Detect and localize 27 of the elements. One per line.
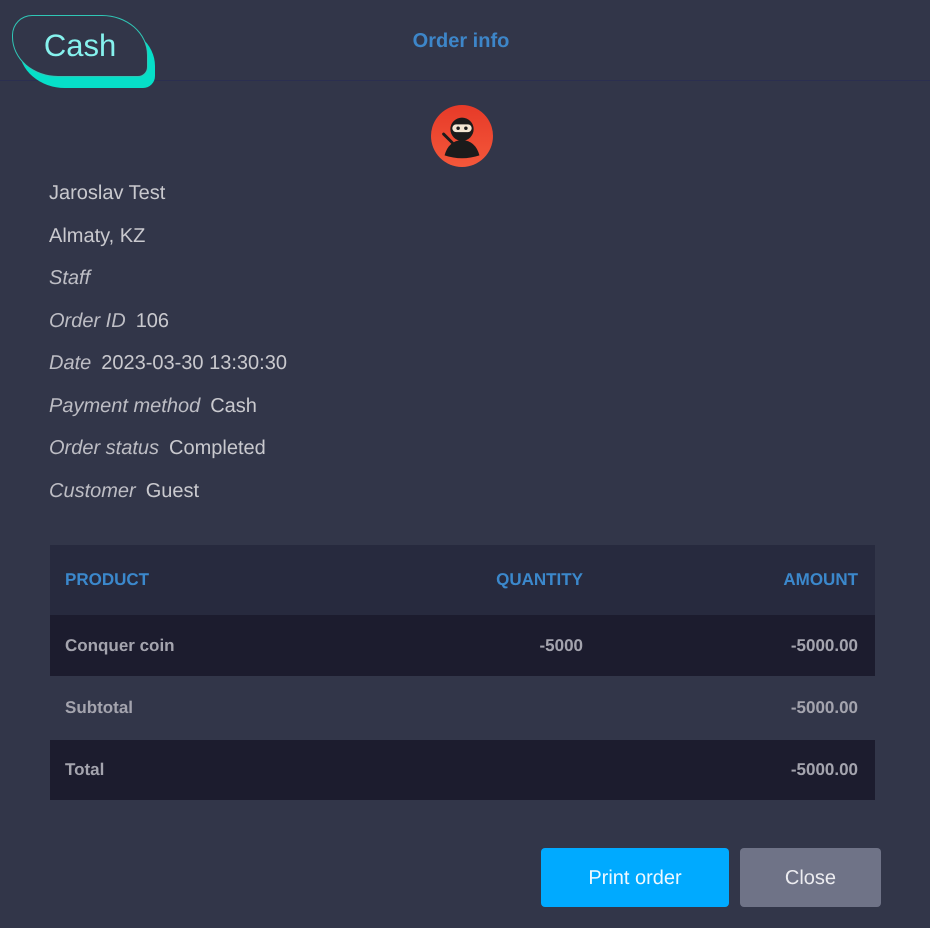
column-header: QUANTITY bbox=[495, 569, 583, 592]
detail-value: 2023-03-30 13:30:30 bbox=[101, 351, 287, 376]
detail-value: Cash bbox=[210, 394, 257, 418]
print-button[interactable]: Print order bbox=[541, 848, 729, 907]
detail-value: Guest bbox=[146, 478, 200, 504]
column-header: PRODUCT bbox=[64, 569, 150, 592]
detail-label: Payment method bbox=[49, 394, 200, 418]
detail-value: Completed bbox=[169, 436, 266, 461]
table-cell-text: -5000.00 bbox=[790, 759, 859, 782]
customer-name: Jaroslav Test bbox=[49, 181, 166, 206]
dialog-title: Order info bbox=[412, 29, 510, 54]
table-cell-text: -5000.00 bbox=[790, 697, 859, 720]
table-cell-text: Subtotal bbox=[64, 697, 134, 720]
detail-label: Customer bbox=[49, 478, 136, 504]
detail-label: Order ID bbox=[49, 308, 126, 334]
detail-value: 106 bbox=[136, 308, 170, 334]
table-cell-text: -5000.00 bbox=[790, 634, 859, 657]
table-cell-text: Conquer coin bbox=[64, 634, 176, 657]
detail-label: Order status bbox=[49, 436, 160, 461]
customer-location: Almaty, KZ bbox=[49, 224, 146, 248]
detail-label: Date bbox=[49, 351, 92, 376]
table-cell-text: Total bbox=[64, 759, 106, 782]
detail-label: Staff bbox=[49, 266, 90, 291]
column-header: AMOUNT bbox=[782, 569, 859, 592]
ninja-avatar-icon bbox=[431, 105, 493, 167]
table-cell-text: -5000 bbox=[538, 634, 583, 657]
close-button[interactable]: Close bbox=[740, 848, 881, 907]
